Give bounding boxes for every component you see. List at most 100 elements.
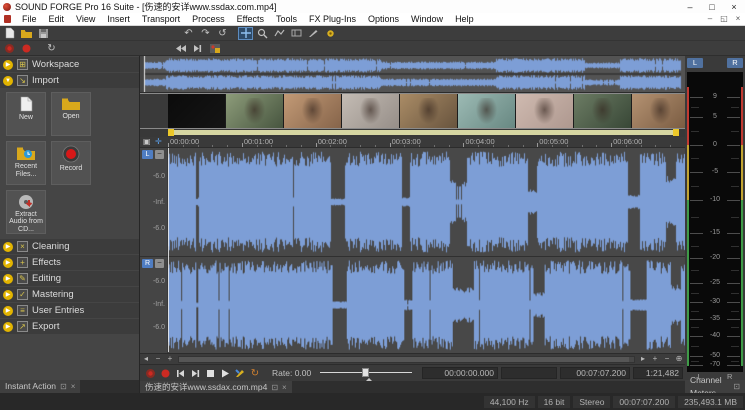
meter-right-button[interactable]: R — [727, 58, 743, 68]
undo-button[interactable]: ↶ — [181, 27, 196, 40]
import-tile-extract-audio[interactable]: Extract Audio from CD... — [6, 190, 46, 234]
expand-arrow-icon[interactable]: ▶ — [3, 274, 13, 284]
waveform-overview[interactable] — [140, 56, 685, 93]
video-thumbnail[interactable] — [284, 94, 342, 128]
redo-button[interactable]: ↷ — [198, 27, 213, 40]
touch-tool-button[interactable] — [323, 27, 338, 40]
record-remote-button[interactable] — [144, 367, 156, 379]
minimize-button[interactable]: – — [679, 1, 701, 13]
menu-item-fx-plug-ins[interactable]: FX Plug-Ins — [303, 13, 362, 26]
rate-slider-thumb[interactable] — [362, 368, 369, 377]
menu-item-tools[interactable]: Tools — [270, 13, 303, 26]
collapse-arrow-icon[interactable]: ▼ — [3, 76, 13, 86]
import-tile-open[interactable]: Open — [51, 92, 91, 136]
right-channel-waveform[interactable] — [168, 257, 690, 353]
sidebar-section-export[interactable]: ▶ ↗ Export — [0, 319, 139, 334]
play-normal-button[interactable] — [234, 367, 246, 379]
menu-item-insert[interactable]: Insert — [101, 13, 136, 26]
rate-slider[interactable] — [320, 367, 412, 379]
menu-item-process[interactable]: Process — [186, 13, 231, 26]
menu-item-help[interactable]: Help — [449, 13, 480, 26]
edit-tool-button[interactable] — [238, 27, 253, 40]
event-tool-button[interactable] — [289, 27, 304, 40]
repeat-button[interactable]: ↺ — [215, 27, 230, 40]
menu-item-transport[interactable]: Transport — [136, 13, 186, 26]
sidebar-section-editing[interactable]: ▶ ✎ Editing — [0, 271, 139, 286]
sidebar-section-user-entries[interactable]: ▶ ≡ User Entries — [0, 303, 139, 318]
doc-restore-button[interactable]: ◱ — [717, 13, 731, 25]
import-tile-new[interactable]: New — [6, 92, 46, 136]
video-thumbnail[interactable] — [226, 94, 284, 128]
record-button[interactable] — [19, 42, 34, 55]
time-zoom-in-button[interactable]: + — [164, 354, 176, 364]
loop-toggle-button[interactable]: ↻ — [44, 42, 59, 55]
left-channel-collapse-button[interactable]: − — [155, 150, 164, 159]
selection-start-display[interactable] — [501, 367, 557, 379]
import-tile-record[interactable]: Record — [51, 141, 91, 185]
envelope-tool-button[interactable] — [272, 27, 287, 40]
tab-restore-icon[interactable]: ⊡ — [733, 380, 740, 393]
menu-item-file[interactable]: File — [16, 13, 43, 26]
horizontal-scrollbar[interactable] — [178, 356, 635, 363]
video-thumbnail[interactable] — [400, 94, 458, 128]
right-channel-collapse-button[interactable]: − — [155, 259, 164, 268]
magnify-button[interactable]: ⊕ — [673, 354, 685, 364]
channel-meters-tab[interactable]: Channel Meters ⊡ — [685, 380, 745, 393]
right-channel-badge[interactable]: R — [142, 259, 153, 268]
expand-arrow-icon[interactable]: ▶ — [3, 60, 13, 70]
playback-cursor[interactable] — [168, 148, 169, 352]
sidebar-section-workspace[interactable]: ▶ ⊞ Workspace — [0, 57, 139, 72]
go-to-end-button[interactable] — [189, 367, 201, 379]
left-channel-badge[interactable]: L — [142, 150, 153, 159]
time-zoom-out-button[interactable]: − — [152, 354, 164, 364]
sidebar-section-effects[interactable]: ▶ + Effects — [0, 255, 139, 270]
loop-playback-button[interactable]: ↻ — [249, 367, 261, 379]
tab-restore-icon[interactable]: ⊡ — [60, 380, 67, 393]
sidebar-section-cleaning[interactable]: ▶ × Cleaning — [0, 239, 139, 254]
record-remote-button[interactable] — [2, 42, 17, 55]
maximize-button[interactable]: □ — [701, 1, 723, 13]
left-channel-waveform[interactable] — [168, 148, 685, 256]
go-to-start-button[interactable] — [173, 42, 188, 55]
loop-start-handle[interactable] — [168, 129, 174, 136]
expand-arrow-icon[interactable]: ▶ — [3, 322, 13, 332]
scroll-left-button[interactable]: ◂ — [140, 354, 152, 364]
menu-item-edit[interactable]: Edit — [43, 13, 71, 26]
waveform-overview-canvas[interactable] — [140, 56, 685, 92]
expand-arrow-icon[interactable]: ▶ — [3, 290, 13, 300]
save-button[interactable] — [36, 27, 51, 40]
magnify-tool-button[interactable] — [255, 27, 270, 40]
video-thumbnail[interactable] — [168, 94, 226, 128]
zoom-in-button[interactable]: + — [649, 354, 661, 364]
close-button[interactable]: × — [723, 1, 745, 13]
video-thumbnail[interactable] — [516, 94, 574, 128]
auto-ripple-button[interactable] — [207, 42, 222, 55]
pencil-tool-button[interactable] — [306, 27, 321, 40]
zoom-out-button[interactable]: − — [661, 354, 673, 364]
record-button[interactable] — [159, 367, 171, 379]
menu-item-view[interactable]: View — [70, 13, 101, 26]
snap-icon[interactable]: ✛ — [155, 137, 162, 147]
meter-left-button[interactable]: L — [687, 58, 703, 68]
selection-length-display[interactable]: 1:21,482 — [633, 367, 683, 379]
loop-end-handle[interactable] — [673, 129, 679, 136]
doc-close-button[interactable]: × — [731, 13, 745, 25]
selection-end-display[interactable]: 00:07:07.200 — [560, 367, 630, 379]
video-thumbnail[interactable] — [342, 94, 400, 128]
loop-region[interactable] — [168, 130, 679, 135]
expand-arrow-icon[interactable]: ▶ — [3, 242, 13, 252]
loop-region-bar[interactable] — [140, 129, 685, 137]
instant-action-tab[interactable]: Instant Action ⊡ × — [0, 380, 80, 393]
new-file-button[interactable] — [2, 27, 17, 40]
video-thumbnail[interactable] — [574, 94, 632, 128]
video-thumbnail[interactable] — [632, 94, 690, 128]
lock-icon[interactable]: ▣ — [143, 137, 151, 147]
meter-scale[interactable]: 950-5-10-15-20-25-30-35-40-50-70 — [687, 72, 743, 372]
expand-arrow-icon[interactable]: ▶ — [3, 258, 13, 268]
open-file-button[interactable] — [19, 27, 34, 40]
import-tile-recent-files[interactable]: Recent Files... — [6, 141, 46, 185]
stop-button[interactable] — [204, 367, 216, 379]
scrollbar-thumb[interactable] — [179, 357, 629, 362]
play-button[interactable] — [219, 367, 231, 379]
tab-close-icon[interactable]: × — [71, 380, 76, 393]
